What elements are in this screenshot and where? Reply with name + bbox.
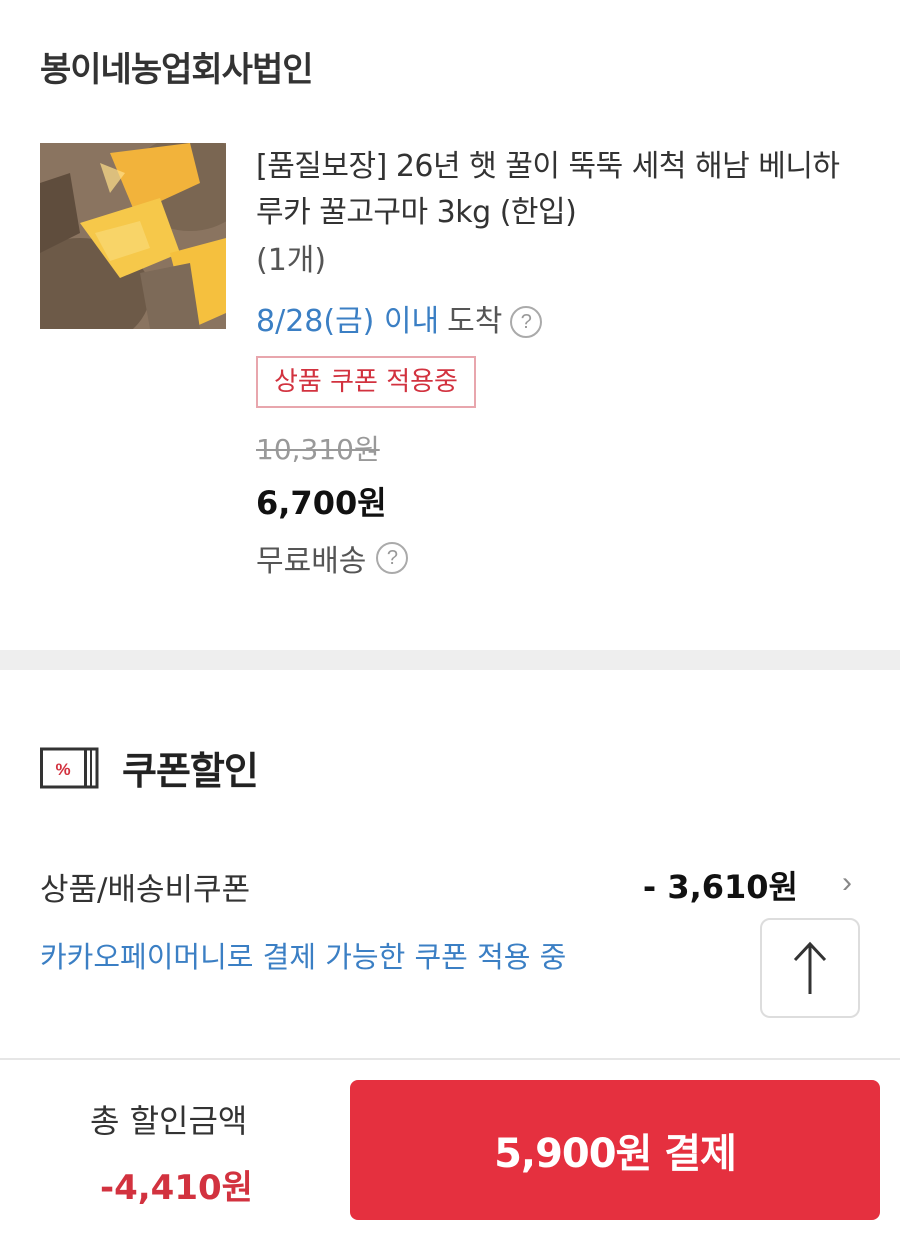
coupon-row-amount[interactable]: - 3,610원	[643, 862, 798, 908]
product-info: [품질보장] 26년 햇 꿀이 뚝뚝 세척 해남 베니하루카 꿀고구마 3kg …	[256, 144, 866, 580]
sweet-potato-image	[40, 143, 226, 329]
delivery-estimate: 8/28(금) 이내 도착 ?	[256, 302, 866, 342]
help-icon[interactable]: ?	[376, 542, 409, 574]
shipping-info: 무료배송 ?	[256, 536, 866, 580]
seller-name: 봉이네농업회사법인	[40, 50, 314, 90]
pay-button[interactable]: 5,900원 결제	[350, 1080, 880, 1220]
product-thumbnail[interactable]	[40, 143, 226, 329]
coupon-section-header: % 쿠폰할인	[40, 740, 259, 795]
total-discount-value: -4,410원	[100, 1168, 253, 1208]
delivery-suffix: 도착	[447, 304, 503, 339]
scroll-to-top-button[interactable]	[760, 918, 860, 1018]
original-price: 10,310원	[256, 433, 380, 466]
arrow-up-icon	[793, 941, 827, 994]
kakaopay-coupon-note: 카카오페이머니로 결제 가능한 쿠폰 적용 중	[40, 940, 567, 974]
shipping-label: 무료배송	[256, 544, 367, 579]
product-quantity: (1개)	[256, 243, 327, 278]
help-icon[interactable]: ?	[510, 306, 543, 338]
sale-price: 6,700원	[256, 484, 387, 522]
section-divider	[0, 650, 900, 670]
product-title[interactable]: [품질보장] 26년 햇 꿀이 뚝뚝 세척 해남 베니하루카 꿀고구마 3kg …	[256, 144, 866, 236]
svg-text:%: %	[55, 760, 70, 779]
coupon-applied-badge: 상품 쿠폰 적용중	[256, 356, 476, 408]
coupon-percent-icon: %	[40, 747, 99, 788]
coupon-section-title: 쿠폰할인	[122, 749, 259, 793]
delivery-date: 8/28(금) 이내	[256, 304, 440, 339]
total-discount-label: 총 할인금액	[90, 1102, 248, 1140]
chevron-right-icon[interactable]: ›	[842, 866, 852, 900]
coupon-row-label[interactable]: 상품/배송비쿠폰	[40, 864, 250, 909]
